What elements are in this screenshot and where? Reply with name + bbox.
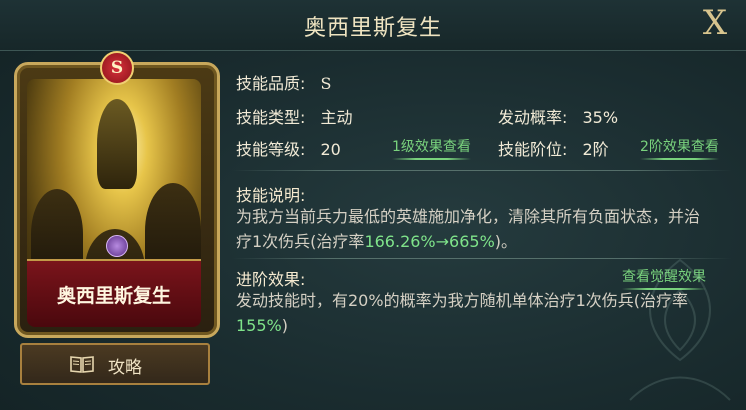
card-nameplate: 奥西里斯复生 [27, 259, 201, 327]
trigger-rate-label: 发动概率: [498, 108, 568, 127]
link-underline [640, 158, 719, 160]
level-effect-link-label: 1级效果查看 [392, 139, 471, 155]
level-label: 技能等级: [236, 140, 306, 159]
description-text: 为我方当前兵力最低的英雄施加净化，清除其所有负面状态，并治疗1次伤兵(治疗率16… [236, 204, 710, 254]
rank-effect-link-label: 2阶效果查看 [640, 139, 719, 155]
stat-level: 技能等级: 20 [236, 136, 341, 160]
page-title: 奥西里斯复生 [303, 16, 442, 41]
skill-card: S 奥西里斯复生 [14, 51, 220, 338]
description-text-part2: )。 [494, 232, 518, 251]
advanced-text-part2: ) [281, 316, 288, 335]
quality-value: S [320, 74, 332, 93]
link-underline [392, 158, 471, 160]
book-icon [70, 356, 94, 373]
rank-label: 技能阶位: [498, 140, 568, 159]
close-button[interactable]: X [698, 6, 732, 40]
advanced-title: 进阶效果: [236, 270, 306, 289]
trigger-rate-value: 35% [582, 108, 619, 127]
advanced-highlight: 155% [236, 316, 282, 335]
description-highlight: 166.26%→665% [364, 232, 495, 251]
background-ornament [629, 258, 731, 401]
header-bar: 奥西里斯复生 X [0, 0, 746, 51]
faction-emblem-icon [106, 235, 128, 257]
artwork-figure [97, 99, 137, 189]
stat-type: 技能类型: 主动 [236, 104, 353, 128]
description-title: 技能说明: [236, 186, 306, 205]
type-label: 技能类型: [236, 108, 306, 127]
stat-quality: 技能品质: S [236, 70, 331, 94]
grade-badge: S [100, 51, 134, 85]
guide-button-label: 攻略 [108, 358, 142, 378]
divider [232, 170, 732, 171]
type-value: 主动 [320, 108, 353, 127]
stat-rank: 技能阶位: 2阶 [498, 136, 609, 160]
level-effect-link[interactable]: 1级效果查看 [392, 136, 471, 160]
card-name: 奥西里斯复生 [56, 285, 171, 307]
stat-trigger-rate: 发动概率: 35% [498, 104, 618, 128]
level-value: 20 [320, 140, 341, 159]
guide-button[interactable]: 攻略 [20, 343, 210, 385]
rank-value: 2阶 [582, 140, 609, 159]
quality-label: 技能品质: [236, 74, 306, 93]
rank-effect-link[interactable]: 2阶效果查看 [640, 136, 719, 160]
